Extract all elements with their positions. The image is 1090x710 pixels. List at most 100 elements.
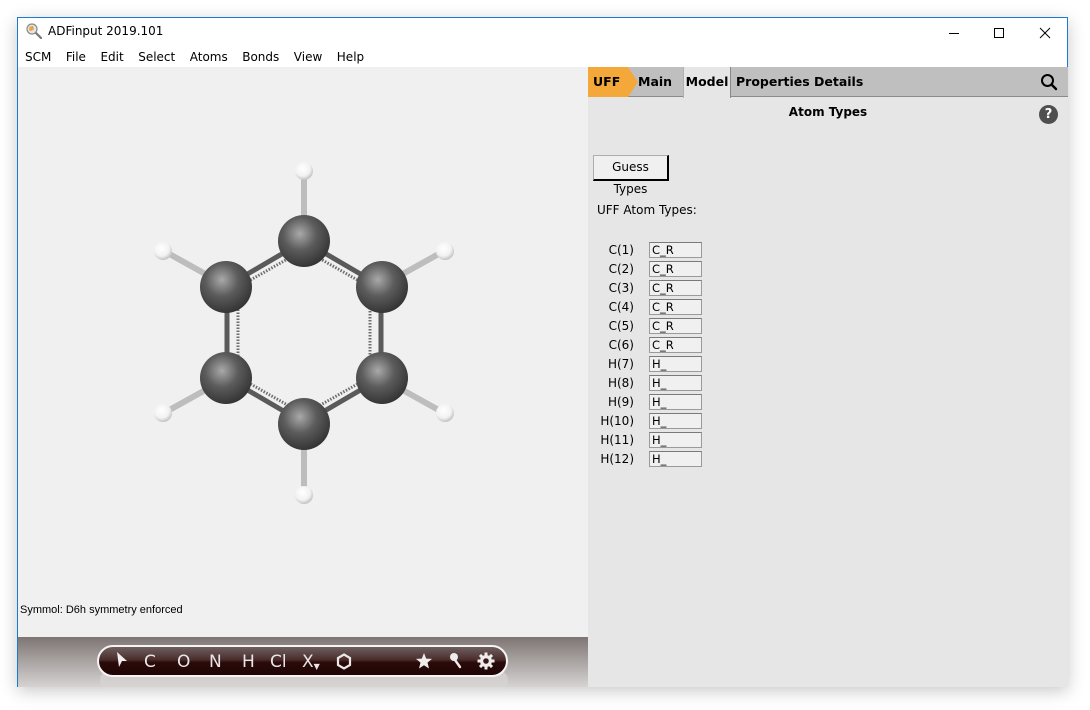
hexagon-icon	[336, 653, 352, 670]
atom-type-row: C(3)	[588, 279, 708, 298]
hydrogen-button[interactable]: H	[242, 650, 255, 674]
carbon-atoms	[200, 215, 408, 450]
tab-uff[interactable]: UFF	[588, 67, 628, 97]
carbon-atom[interactable]	[356, 261, 408, 313]
atom-type-row: C(1)	[588, 241, 708, 260]
tab-properties[interactable]: Properties	[736, 67, 810, 97]
atom-type-input[interactable]	[649, 280, 702, 296]
carbon-atom[interactable]	[278, 215, 330, 267]
oxygen-button[interactable]: O	[177, 650, 190, 674]
window-title: ADFinput 2019.101	[48, 24, 164, 38]
menu-help[interactable]: Help	[337, 50, 364, 64]
molecule-viewport[interactable]: Symmol: D6h symmetry enforced	[18, 67, 588, 637]
hydrogen-atom[interactable]	[295, 486, 313, 504]
atom-type-row: H(10)	[588, 412, 708, 431]
atom-type-input[interactable]	[649, 337, 702, 353]
atom-label: C(3)	[608, 281, 634, 295]
magnifier-icon	[26, 23, 43, 40]
pointer-arrow-icon	[117, 652, 127, 667]
menu-bar: SCM File Edit Select Atoms Bonds View He…	[18, 47, 1067, 67]
atom-type-input[interactable]	[649, 394, 702, 410]
help-icon: ?	[1044, 107, 1053, 122]
properties-panel: UFF Main Model Properties Details Atom T…	[588, 67, 1068, 687]
atom-type-row: C(4)	[588, 298, 708, 317]
breadcrumb-arrow	[628, 67, 638, 97]
atom-label: C(1)	[608, 243, 634, 257]
hydrogen-atom[interactable]	[154, 404, 172, 422]
carbon-button[interactable]: C	[144, 650, 156, 674]
menu-edit[interactable]: Edit	[100, 50, 123, 64]
ring-button[interactable]	[336, 653, 352, 677]
atom-type-row: H(12)	[588, 450, 708, 469]
hydrogen-atom[interactable]	[436, 404, 454, 422]
atom-label: H(11)	[600, 433, 634, 447]
hydrogen-atom[interactable]	[295, 162, 313, 180]
atom-type-input[interactable]	[649, 318, 702, 334]
atom-label: H(10)	[600, 414, 634, 428]
chlorine-button[interactable]: Cl	[270, 650, 287, 674]
atom-type-input[interactable]	[649, 432, 702, 448]
other-element-label: X	[302, 652, 314, 672]
atom-type-input[interactable]	[649, 356, 702, 372]
atom-label: H(7)	[607, 357, 634, 371]
tab-main[interactable]: Main	[638, 67, 672, 97]
tab-details[interactable]: Details	[814, 67, 863, 97]
atom-type-row: C(2)	[588, 260, 708, 279]
status-text: Symmol: D6h symmetry enforced	[20, 604, 183, 616]
benzene-molecule[interactable]	[18, 67, 588, 637]
atom-label: H(9)	[607, 395, 634, 409]
menu-bonds[interactable]: Bonds	[242, 50, 279, 64]
atom-type-row: H(8)	[588, 374, 708, 393]
menu-view[interactable]: View	[294, 50, 322, 64]
atom-type-input[interactable]	[649, 413, 702, 429]
star-icon	[416, 653, 432, 669]
hydrogen-atom[interactable]	[436, 242, 454, 260]
hydrogen-atom[interactable]	[154, 242, 172, 260]
atom-label: C(2)	[608, 262, 634, 276]
atom-label: H(8)	[607, 376, 634, 390]
atom-type-row: H(11)	[588, 431, 708, 450]
tab-model[interactable]: Model	[683, 67, 731, 98]
atom-label: H(12)	[600, 452, 634, 466]
uff-atom-types-label: UFF Atom Types:	[597, 203, 697, 217]
carbon-atom[interactable]	[356, 352, 408, 404]
menu-file[interactable]: File	[66, 50, 86, 64]
atom-label: C(5)	[608, 319, 634, 333]
carbon-atom[interactable]	[200, 261, 252, 313]
guess-types-button[interactable]: Guess Types	[593, 155, 669, 196]
help-button[interactable]: ?	[1039, 105, 1058, 124]
atom-type-input[interactable]	[649, 451, 702, 467]
close-button[interactable]	[1022, 18, 1068, 47]
tools-button[interactable]	[448, 652, 464, 677]
minimize-button[interactable]	[931, 18, 977, 47]
atom-label: C(4)	[608, 300, 634, 314]
atom-type-row: H(7)	[588, 355, 708, 374]
maximize-icon	[994, 27, 1004, 38]
select-tool-button[interactable]	[115, 651, 129, 676]
panel-tab-bar: UFF Main Model Properties Details	[588, 67, 1068, 98]
pin-icon	[450, 653, 462, 669]
minimize-icon	[949, 32, 959, 34]
menu-atoms[interactable]: Atoms	[190, 50, 228, 64]
atom-label: C(6)	[608, 338, 634, 352]
close-icon	[1039, 27, 1051, 38]
atom-type-row: C(6)	[588, 336, 708, 355]
settings-button[interactable]	[477, 652, 495, 677]
carbon-atom[interactable]	[200, 352, 252, 404]
nitrogen-button[interactable]: N	[209, 650, 222, 674]
atom-type-input[interactable]	[649, 261, 702, 277]
carbon-atom[interactable]	[278, 398, 330, 450]
atom-type-input[interactable]	[649, 375, 702, 391]
maximize-button[interactable]	[976, 18, 1022, 47]
menu-select[interactable]: Select	[138, 50, 175, 64]
section-title: Atom Types	[788, 105, 868, 119]
atom-type-row: C(5)	[588, 317, 708, 336]
atom-type-input[interactable]	[649, 299, 702, 315]
menu-scm[interactable]: SCM	[25, 50, 51, 64]
cc-bonds	[224, 238, 384, 426]
search-button[interactable]	[1040, 73, 1058, 91]
favorites-button[interactable]	[415, 652, 433, 677]
other-element-button[interactable]: X▼	[302, 650, 320, 679]
editor-toolbar-area: C O N H Cl X▼	[18, 637, 588, 689]
atom-type-input[interactable]	[649, 242, 702, 258]
